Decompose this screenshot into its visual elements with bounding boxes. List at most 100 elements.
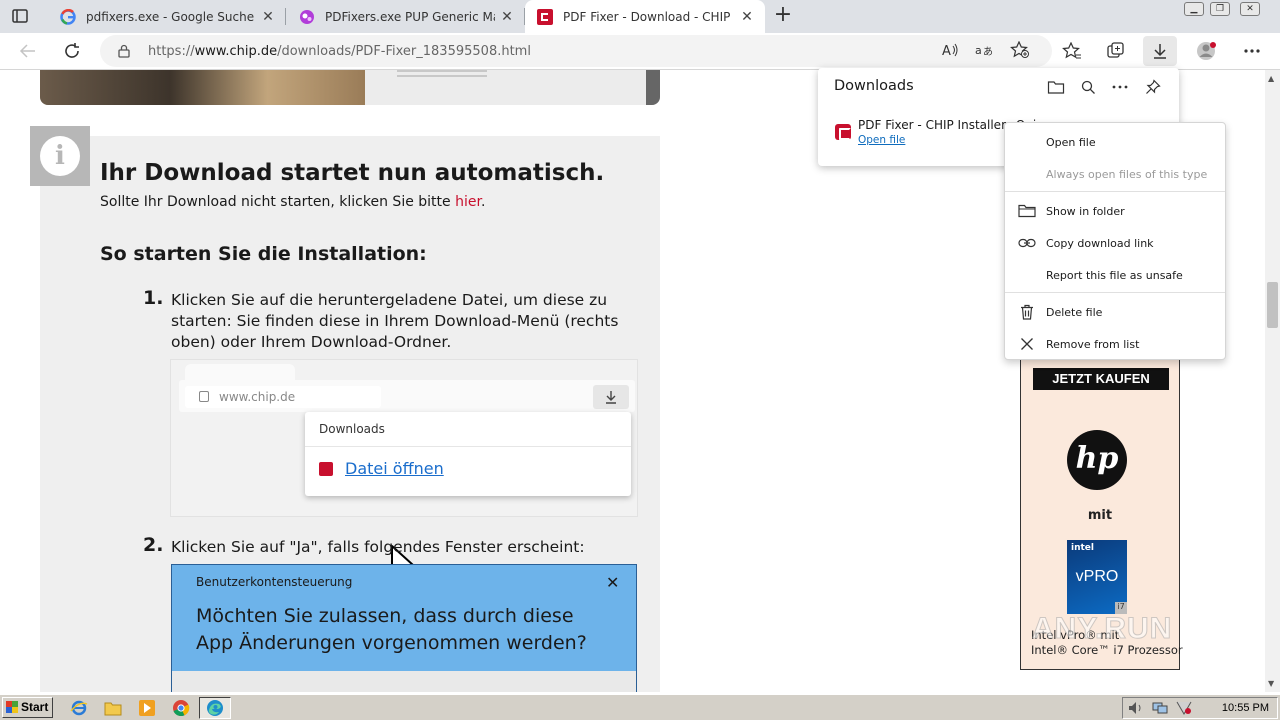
url-text[interactable]: https://www.chip.de/downloads/PDF-Fixer_… xyxy=(148,44,531,59)
settings-more-icon[interactable] xyxy=(1240,40,1264,62)
new-tab-button[interactable]: + xyxy=(771,4,795,28)
illustration-downloads-popup: Downloads Datei öffnen xyxy=(305,412,631,496)
illustration-url: www.chip.de xyxy=(219,390,296,404)
media-player-icon[interactable] xyxy=(138,699,156,717)
svg-text:a: a xyxy=(975,44,982,57)
menu-item-label: Copy download link xyxy=(1046,237,1154,250)
tab-chip-active[interactable]: PDF Fixer - Download - CHIP ✕ xyxy=(525,0,765,33)
chip-file-icon xyxy=(835,124,851,140)
menu-item-show-in-folder[interactable]: Show in folder xyxy=(1005,195,1225,227)
collections-icon[interactable] xyxy=(1104,40,1128,62)
tab-actions-icon[interactable] xyxy=(10,7,30,25)
page-scrollbar[interactable]: ▲ ▼ xyxy=(1265,70,1280,692)
illustration-address: www.chip.de xyxy=(185,386,381,408)
security-alert-icon[interactable] xyxy=(1175,699,1193,717)
step-1-number: 1. xyxy=(143,287,164,309)
tab-close-icon[interactable]: ✕ xyxy=(256,9,280,25)
ad-mit: mit xyxy=(1087,508,1113,523)
download-heading: Ihr Download startet nun automatisch. xyxy=(100,160,605,186)
menu-item-remove-from-list[interactable]: Remove from list xyxy=(1005,328,1225,360)
manual-download-link[interactable]: hier xyxy=(455,194,481,210)
step-2-text: Klicken Sie auf "Ja", falls folgendes Fe… xyxy=(171,538,585,556)
menu-item-label: Show in folder xyxy=(1046,205,1125,218)
start-label: Start xyxy=(21,700,49,714)
more-options-icon[interactable] xyxy=(1110,78,1130,96)
ad-buy-button[interactable]: JETZT KAUFEN xyxy=(1033,368,1169,390)
product-image xyxy=(40,70,660,105)
scroll-down-icon[interactable]: ▼ xyxy=(1268,679,1274,688)
tab-google[interactable]: pdfixers.exe - Google Suche ✕ xyxy=(48,0,286,33)
menu-item-label: Always open files of this type xyxy=(1046,168,1208,181)
uac-illustration: Benutzerkontensteuerung ✕ Möchten Sie zu… xyxy=(171,564,637,692)
pin-icon[interactable] xyxy=(1143,78,1163,96)
edge-icon[interactable] xyxy=(206,699,224,717)
illustration-chip-icon xyxy=(319,462,333,476)
step-2-number: 2. xyxy=(143,534,164,556)
download-icon xyxy=(1154,44,1166,59)
url-path: /downloads/PDF-Fixer_183595508.html xyxy=(277,44,531,59)
translate-icon[interactable]: aあ xyxy=(972,39,996,61)
internet-explorer-icon[interactable] xyxy=(70,699,88,717)
svg-text:あ: あ xyxy=(983,46,993,58)
menu-item-delete-file[interactable]: Delete file xyxy=(1005,296,1225,328)
open-file-link[interactable]: Open file xyxy=(858,134,905,146)
illustration-download-icon xyxy=(593,385,629,409)
step-1-text: Klicken Sie auf die heruntergeladene Dat… xyxy=(171,291,619,351)
windows-logo-icon xyxy=(6,701,18,713)
tab-close-icon[interactable]: ✕ xyxy=(495,9,519,25)
volume-icon[interactable] xyxy=(1127,699,1145,717)
close-window-button[interactable]: ✕ xyxy=(1240,2,1260,16)
menu-item-always-open: Always open files of this type xyxy=(1005,158,1225,190)
minimize-button[interactable]: ▁ xyxy=(1184,2,1204,16)
file-explorer-icon[interactable] xyxy=(104,699,122,717)
anyrun-icon xyxy=(300,9,314,24)
download-subtext: Sollte Ihr Download nicht starten, klick… xyxy=(100,194,485,210)
illustration-downloads-title: Downloads xyxy=(319,422,385,436)
restore-button[interactable]: ❐ xyxy=(1210,2,1230,16)
downloads-button[interactable] xyxy=(1143,36,1177,66)
menu-item-label: Open file xyxy=(1046,136,1096,149)
favorites-icon[interactable] xyxy=(1060,40,1084,62)
download-menu-illustration: www.chip.de Downloads Datei öffnen xyxy=(170,359,638,517)
taskbar: Start 10:55 PM xyxy=(0,694,1280,720)
uac-title: Benutzerkontensteuerung xyxy=(196,575,353,589)
scroll-up-icon[interactable]: ▲ xyxy=(1268,74,1274,83)
close-icon xyxy=(1018,336,1036,352)
tab-title: PDF Fixer - Download - CHIP xyxy=(563,9,731,24)
back-icon[interactable] xyxy=(16,40,40,62)
downloads-panel-title: Downloads xyxy=(834,78,914,94)
download-context-menu: Open file Always open files of this type… xyxy=(1004,122,1226,360)
chrome-icon[interactable] xyxy=(172,699,190,717)
uac-question: Möchten Sie zulassen, dass durch diese A… xyxy=(196,605,587,654)
start-button[interactable]: Start xyxy=(2,697,53,718)
profile-avatar[interactable] xyxy=(1194,40,1218,62)
menu-item-report-unsafe[interactable]: Report this file as unsafe xyxy=(1005,259,1225,291)
search-downloads-icon[interactable] xyxy=(1078,78,1098,96)
add-favorite-icon[interactable] xyxy=(1008,39,1032,61)
subtext-label: Sollte Ihr Download nicht starten, klick… xyxy=(100,194,456,210)
link-icon xyxy=(1018,235,1036,251)
tab-anyrun[interactable]: PDFixers.exe PUP Generic Malwar ✕ xyxy=(287,0,525,33)
menu-item-open-file[interactable]: Open file xyxy=(1005,126,1225,158)
scrollbar-thumb[interactable] xyxy=(1267,282,1278,328)
trash-icon xyxy=(1018,304,1036,320)
menu-item-label: Remove from list xyxy=(1046,338,1140,351)
refresh-icon[interactable] xyxy=(60,40,84,62)
anyrun-watermark: ANY.RUN xyxy=(1031,612,1173,646)
lock-icon[interactable] xyxy=(118,44,130,58)
address-bar[interactable]: https://www.chip.de/downloads/PDF-Fixer_… xyxy=(100,35,1052,67)
network-icon[interactable] xyxy=(1151,699,1169,717)
clock: 10:55 PM xyxy=(1221,702,1269,714)
illustration-open-link: Datei öffnen xyxy=(345,459,444,478)
tab-title: pdfixers.exe - Google Suche xyxy=(86,9,255,24)
tab-strip: pdfixers.exe - Google Suche ✕ PDFixers.e… xyxy=(0,0,1280,33)
browser-toolbar: https://www.chip.de/downloads/PDF-Fixer_… xyxy=(0,33,1280,70)
menu-item-label: Delete file xyxy=(1046,306,1103,319)
subtext-end: . xyxy=(480,194,486,210)
menu-item-label: Report this file as unsafe xyxy=(1046,269,1183,282)
open-downloads-folder-icon[interactable] xyxy=(1046,78,1066,96)
tab-close-icon[interactable]: ✕ xyxy=(735,9,759,25)
menu-item-copy-link[interactable]: Copy download link xyxy=(1005,227,1225,259)
read-aloud-icon[interactable]: A xyxy=(938,39,962,61)
uac-close-icon: ✕ xyxy=(606,573,620,592)
